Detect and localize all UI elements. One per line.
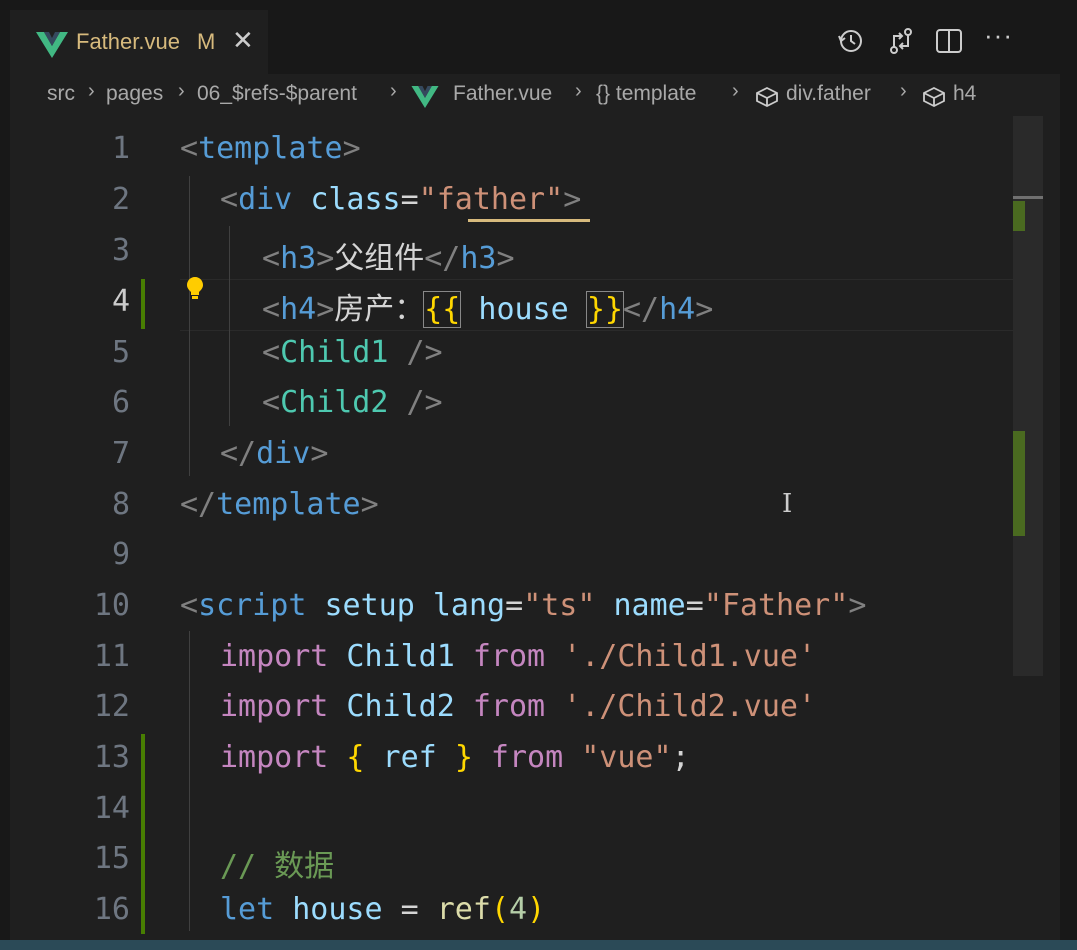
breadcrumb-file[interactable]: Father.vue — [453, 82, 552, 106]
history-icon[interactable] — [836, 26, 866, 56]
scrollbar-cursor-marker — [1013, 196, 1043, 199]
line-number: 13 — [93, 740, 130, 775]
code-line-1: <template> — [180, 131, 361, 166]
tab-bar: Father.vue M ✕ ··· — [10, 10, 1060, 74]
breadcrumb-separator: › — [900, 80, 907, 102]
tab-father-vue[interactable]: Father.vue M ✕ — [10, 10, 268, 74]
code-line-8: </template> — [180, 487, 379, 522]
line-number: 14 — [93, 791, 130, 826]
line-number: 3 — [111, 233, 130, 268]
breadcrumb-separator: › — [390, 80, 397, 102]
code-line-7: </div> — [220, 436, 329, 471]
line-number: 7 — [111, 436, 130, 471]
code-line-4: <h4>房产：{{ house }}</h4> — [262, 291, 714, 328]
line-number: 9 — [111, 537, 130, 572]
line-number: 1 — [111, 131, 130, 166]
window-edge-left — [0, 0, 10, 950]
code-line-13: import { ref } from "vue"; — [220, 740, 690, 775]
indent-guide — [229, 226, 230, 426]
code-line-11: import Child1 from './Child1.vue' — [220, 639, 817, 674]
window-edge-top — [0, 0, 1077, 10]
tab-title: Father.vue — [76, 29, 180, 54]
compare-changes-icon[interactable] — [886, 26, 916, 56]
line-number: 16 — [93, 892, 130, 927]
lightbulb-icon[interactable] — [186, 276, 204, 300]
breadcrumb-separator: › — [88, 80, 95, 102]
code-line-5: <Child1 /> — [262, 335, 443, 370]
mouse-ibeam-cursor: I — [782, 489, 793, 519]
line-number-active: 4 — [111, 284, 130, 319]
window-edge-right — [1060, 0, 1077, 950]
vue-file-icon — [36, 32, 68, 58]
breadcrumb-template[interactable]: {} template — [596, 82, 696, 106]
element-cube-icon — [756, 86, 778, 108]
warning-underline — [468, 219, 590, 222]
scrollbar[interactable] — [1013, 116, 1043, 676]
code-line-2: <div class="father"> — [220, 182, 582, 217]
breadcrumb-separator: › — [178, 80, 185, 102]
close-tab-button[interactable]: ✕ — [232, 25, 254, 56]
breadcrumb-div-father[interactable]: div.father — [786, 82, 871, 106]
status-bar-edge — [0, 940, 1077, 950]
line-number: 15 — [93, 841, 130, 876]
vue-file-icon — [411, 86, 439, 108]
code-line-10: <script setup lang="ts" name="Father"> — [180, 588, 867, 623]
indent-guide — [189, 631, 190, 931]
breadcrumb-separator: › — [575, 80, 582, 102]
split-editor-icon[interactable] — [934, 26, 964, 56]
code-line-6: <Child2 /> — [262, 385, 443, 420]
code-editor[interactable]: 1 2 3 4 5 6 7 8 9 10 11 12 13 14 15 16 <… — [10, 116, 1060, 940]
breadcrumb-separator: › — [732, 80, 739, 102]
line-number: 8 — [111, 487, 130, 522]
modified-gutter — [141, 279, 145, 329]
indent-guide — [189, 176, 190, 476]
breadcrumb-h4[interactable]: h4 — [953, 82, 976, 106]
code-line-16: let house = ref(4) — [220, 892, 546, 927]
line-number: 11 — [93, 639, 130, 674]
code-line-3: <h3>父组件</h3> — [262, 241, 515, 276]
breadcrumb-folder[interactable]: 06_$refs-$parent — [197, 82, 357, 106]
code-line-12: import Child2 from './Child2.vue' — [220, 689, 817, 724]
more-actions-icon[interactable]: ··· — [984, 20, 1013, 51]
breadcrumb: src › pages › 06_$refs-$parent › Father.… — [10, 74, 1060, 116]
breadcrumb-pages[interactable]: pages — [106, 82, 163, 106]
scrollbar-change-marker — [1013, 431, 1025, 536]
line-number: 2 — [111, 182, 130, 217]
line-number: 6 — [111, 385, 130, 420]
editor-window: Father.vue M ✕ ··· src › pages › 06_$ref… — [10, 10, 1060, 940]
code-line-15: // 数据 — [220, 849, 335, 884]
modified-gutter — [141, 734, 145, 934]
line-number: 5 — [111, 335, 130, 370]
breadcrumb-src[interactable]: src — [47, 82, 75, 106]
modified-indicator: M — [197, 29, 216, 54]
element-cube-icon — [923, 86, 945, 108]
line-number: 10 — [93, 588, 130, 623]
line-number: 12 — [93, 689, 130, 724]
scrollbar-change-marker — [1013, 201, 1025, 231]
